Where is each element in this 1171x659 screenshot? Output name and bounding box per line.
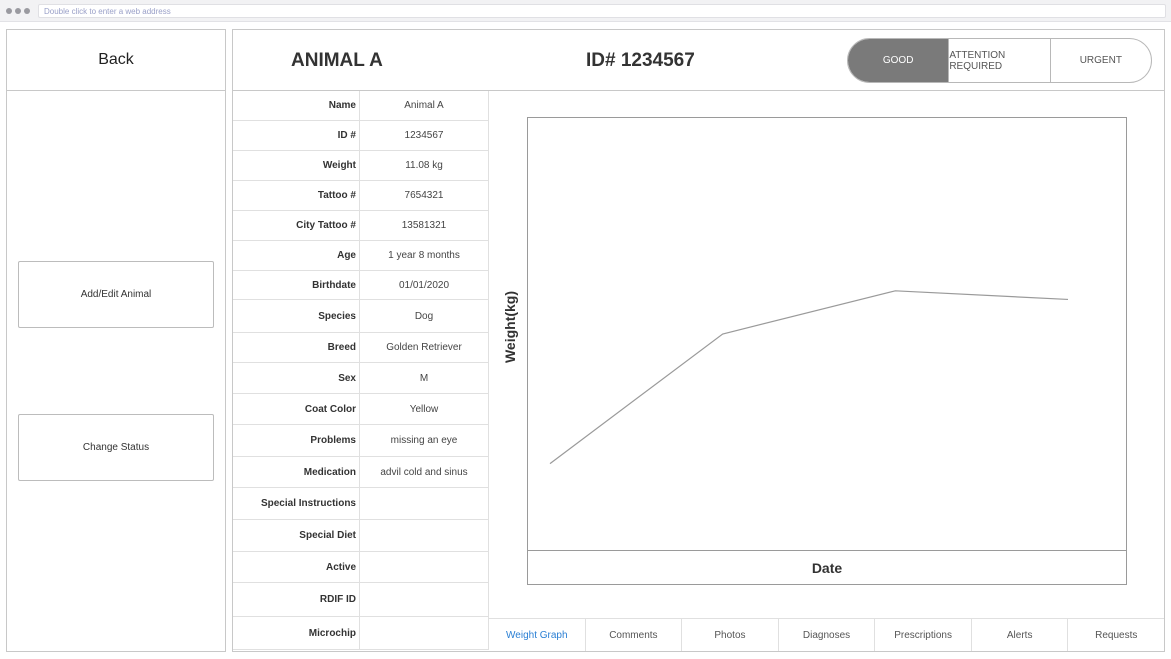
browser-toolbar (0, 0, 1171, 22)
sidebar: Back Add/Edit Animal Change Status (6, 29, 226, 652)
status-attention-button[interactable]: ATTENTION REQUIRED (949, 39, 1051, 82)
info-row-label: Species (233, 300, 360, 332)
info-row-label: Special Instructions (233, 488, 360, 519)
x-axis-label: Date (528, 550, 1126, 584)
info-row: Microchip (233, 617, 489, 650)
info-row: Coat Color Yellow (233, 394, 489, 425)
tab-diagnoses[interactable]: Diagnoses (779, 619, 876, 651)
info-row-label: Age (233, 241, 360, 270)
y-axis-label-text: Weight(kg) (502, 290, 519, 364)
status-good-button[interactable]: GOOD (848, 39, 950, 82)
info-row-value: advil cold and sinus (360, 457, 489, 487)
info-row: City Tattoo #13581321 (233, 211, 489, 241)
info-row-label: ID # (233, 121, 360, 150)
info-row-value: Golden Retriever (360, 333, 489, 362)
info-row-label: Microchip (233, 617, 360, 649)
info-row-value (360, 617, 489, 649)
info-row-label: Name (233, 91, 360, 120)
info-row-value: missing an eye (360, 425, 489, 456)
info-row: Special Diet (233, 520, 489, 552)
animal-name-title: ANIMAL A (291, 50, 383, 71)
detail-tabs: Weight Graph Comments Photos Diagnoses Presc… (489, 618, 1164, 651)
info-row-label: Coat Color (233, 394, 360, 424)
status-toggle: GOOD ATTENTION REQUIRED URGENT (847, 38, 1152, 83)
info-row-value (360, 488, 489, 519)
info-row-value: 7654321 (360, 181, 489, 210)
animal-id-title: ID# 1234567 (586, 50, 695, 71)
tab-prescriptions[interactable]: Prescriptions (875, 619, 972, 651)
info-row: Special Instructions (233, 488, 489, 520)
info-row: Sex M (233, 363, 489, 394)
info-row-label: Birthdate (233, 271, 360, 299)
info-row-label: Sex (233, 363, 360, 393)
info-row-label: Active (233, 552, 360, 582)
info-row: Medication advil cold and sinus (233, 457, 489, 488)
info-row-label: RDIF ID (233, 583, 360, 616)
window-dot-icon[interactable] (24, 8, 30, 14)
animal-info-table: Name Animal A ID #1234567 Weight 11.08 kg Tat… (233, 91, 489, 651)
add-edit-animal-button[interactable]: Add/Edit Animal (18, 261, 214, 328)
info-row-label: Problems (233, 425, 360, 456)
info-row: Birthdate 01/01/2020 (233, 271, 489, 300)
info-row-value (360, 583, 489, 616)
weight-line-plot (549, 290, 1069, 465)
info-row-value (360, 520, 489, 551)
info-row-value: 1234567 (360, 121, 489, 150)
tab-weight-graph[interactable]: Weight Graph (489, 619, 586, 651)
info-row: Species Dog (233, 300, 489, 333)
chart-plot-box: Date (527, 117, 1127, 585)
status-urgent-button[interactable]: URGENT (1051, 39, 1151, 82)
info-row: Breed Golden Retriever (233, 333, 489, 363)
address-input[interactable] (38, 4, 1166, 18)
info-row-label: Medication (233, 457, 360, 487)
info-row-value: Dog (360, 300, 489, 332)
tab-comments[interactable]: Comments (586, 619, 683, 651)
info-row-label: Special Diet (233, 520, 360, 551)
info-row-value: 11.08 kg (360, 151, 489, 180)
info-row: Name Animal A (233, 91, 489, 121)
info-row: Tattoo #7654321 (233, 181, 489, 211)
info-row: Active (233, 552, 489, 583)
info-row: Problems missing an eye (233, 425, 489, 457)
weight-series-line (549, 290, 1069, 465)
info-row-value: Yellow (360, 394, 489, 424)
tab-photos[interactable]: Photos (682, 619, 779, 651)
info-row-value: 13581321 (360, 211, 489, 240)
change-status-button[interactable]: Change Status (18, 414, 214, 481)
animal-header: ANIMAL A ID# 1234567 GOOD ATTENTION REQU… (233, 30, 1164, 91)
info-row-value: 1 year 8 months (360, 241, 489, 270)
info-row: ID #1234567 (233, 121, 489, 151)
tab-requests[interactable]: Requests (1068, 619, 1164, 651)
animal-detail-panel: ANIMAL A ID# 1234567 GOOD ATTENTION REQU… (232, 29, 1165, 652)
info-row-value: M (360, 363, 489, 393)
tab-alerts[interactable]: Alerts (972, 619, 1069, 651)
window-dot-icon[interactable] (6, 8, 12, 14)
info-row-label: City Tattoo # (233, 211, 360, 240)
info-row-label: Tattoo # (233, 181, 360, 210)
y-axis-label: Weight(kg) (491, 267, 529, 387)
info-row-label: Breed (233, 333, 360, 362)
back-button[interactable]: Back (7, 30, 225, 91)
info-row-value: Animal A (360, 91, 489, 120)
info-row: Age 1 year 8 months (233, 241, 489, 271)
info-row-value (360, 552, 489, 582)
info-row-value: 01/01/2020 (360, 271, 489, 299)
info-row-label: Weight (233, 151, 360, 180)
info-row: Weight 11.08 kg (233, 151, 489, 181)
weight-chart: Weight(kg) Date (489, 91, 1164, 618)
window-dot-icon[interactable] (15, 8, 21, 14)
info-row: RDIF ID (233, 583, 489, 617)
